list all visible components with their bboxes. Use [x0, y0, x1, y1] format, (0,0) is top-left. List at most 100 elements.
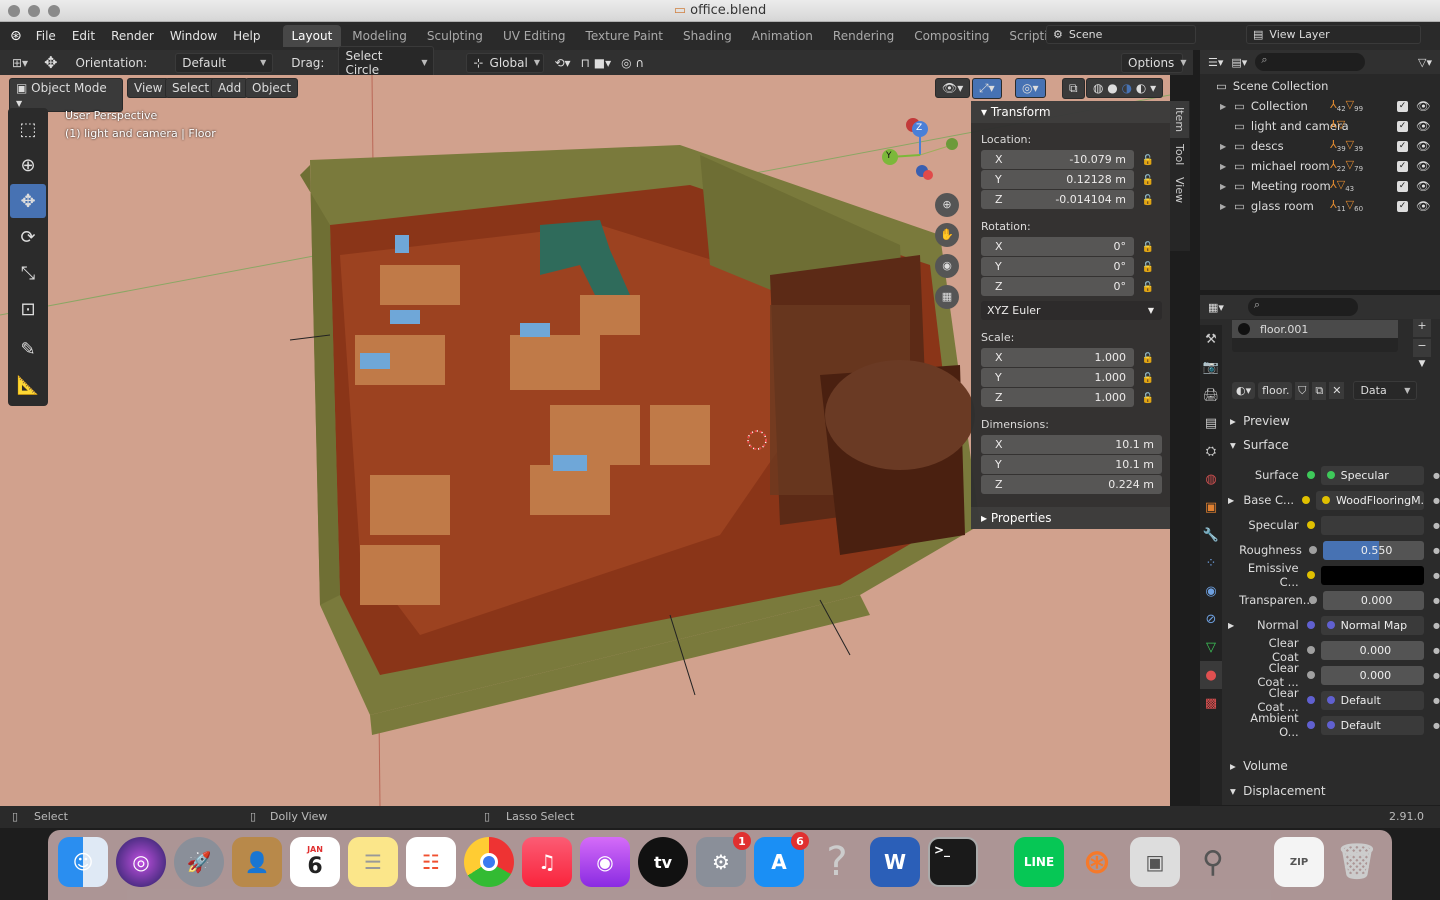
dimensions-y-field[interactable]: Y 10.1 m: [981, 455, 1162, 474]
exclude-checkbox[interactable]: ✓: [1397, 100, 1408, 112]
menu-window[interactable]: Window: [162, 29, 225, 43]
expand-arrow-icon[interactable]: ▶: [1228, 621, 1239, 630]
cursor-tool-icon[interactable]: ⊕: [10, 148, 46, 182]
scale-y-field[interactable]: Y 1.000: [981, 368, 1134, 387]
menu-help[interactable]: Help: [225, 29, 268, 43]
keyframe-dot-icon[interactable]: ●: [1433, 646, 1440, 655]
siri-icon[interactable]: ◎: [116, 837, 166, 887]
help-icon[interactable]: ?: [812, 837, 862, 887]
physics-props-icon[interactable]: ◉: [1200, 577, 1222, 605]
lock-icon[interactable]: 🔓: [1134, 195, 1162, 206]
tool-props-icon[interactable]: ⚒: [1200, 325, 1222, 353]
rotation-y-field[interactable]: Y 0°: [981, 257, 1134, 276]
unlink-material-icon[interactable]: ✕: [1329, 382, 1345, 399]
object-menu[interactable]: Object: [245, 78, 299, 98]
keyframe-dot-icon[interactable]: ●: [1433, 521, 1440, 530]
socket-icon[interactable]: [1306, 696, 1315, 704]
minimize-window-button[interactable]: [28, 5, 40, 17]
expand-arrow-icon[interactable]: ▶: [1220, 102, 1234, 111]
notes-icon[interactable]: ☰: [348, 837, 398, 887]
linked-node-field[interactable]: Default: [1320, 715, 1425, 735]
eye-icon[interactable]: 👁: [1416, 199, 1431, 213]
constraints-props-icon[interactable]: ⊘: [1200, 605, 1222, 633]
tab-sculpting[interactable]: Sculpting: [418, 25, 492, 47]
scale-x-field[interactable]: X 1.000: [981, 348, 1134, 367]
keyframe-dot-icon[interactable]: ●: [1433, 471, 1440, 480]
linked-node-field[interactable]: WoodFlooringM...: [1316, 490, 1425, 510]
lock-icon[interactable]: 🔓: [1134, 282, 1162, 293]
rotation-mode-dropdown[interactable]: XYZ Euler ▼: [981, 301, 1162, 320]
system-preferences-icon[interactable]: ⚙ 1: [696, 832, 751, 887]
output-props-icon[interactable]: 🖨: [1200, 381, 1222, 409]
proportional-edit-icon[interactable]: ◎ ∩: [621, 56, 644, 70]
outliner-item[interactable]: ▶ ▭ glass room ⅄11▽60 ✓ 👁: [1200, 196, 1440, 216]
linked-node-field[interactable]: Default: [1320, 690, 1425, 710]
menu-edit[interactable]: Edit: [64, 29, 103, 43]
keyframe-dot-icon[interactable]: ●: [1433, 546, 1440, 555]
tab-layout[interactable]: Layout: [282, 25, 342, 47]
lock-icon[interactable]: 🔓: [1134, 373, 1162, 384]
properties-editor-icon[interactable]: ▦▾: [1208, 301, 1224, 314]
annotate-tool-icon[interactable]: ✎: [10, 332, 46, 366]
socket-icon[interactable]: [1306, 571, 1315, 579]
volume-section-header[interactable]: ▸ Volume: [1222, 755, 1440, 777]
scale-z-field[interactable]: Z 1.000: [981, 388, 1134, 407]
editor-type-icon[interactable]: ⊞▾: [12, 56, 28, 70]
tab-animation[interactable]: Animation: [743, 25, 822, 47]
utility-app-icon[interactable]: ⚲: [1188, 837, 1238, 887]
display-mode-icon[interactable]: ▤▾: [1231, 56, 1247, 69]
linked-node-field[interactable]: Normal Map: [1320, 615, 1425, 635]
material-props-icon[interactable]: ●: [1200, 661, 1222, 689]
tab-shading[interactable]: Shading: [674, 25, 741, 47]
numeric-field[interactable]: 0.000: [1323, 590, 1425, 610]
keyframe-dot-icon[interactable]: ●: [1433, 496, 1440, 505]
add-slot-button[interactable]: +: [1413, 319, 1431, 337]
eye-icon[interactable]: 👁: [1416, 99, 1431, 113]
dimensions-z-field[interactable]: Z 0.224 m: [981, 475, 1162, 494]
keyframe-dot-icon[interactable]: ●: [1433, 596, 1440, 605]
material-slot-list[interactable]: floor.001: [1232, 320, 1398, 352]
expand-arrow-icon[interactable]: ▶: [1220, 202, 1234, 211]
measure-tool-icon[interactable]: 📐: [10, 368, 46, 402]
expand-arrow-icon[interactable]: ▶: [1220, 162, 1234, 171]
eye-icon[interactable]: 👁: [1416, 139, 1431, 153]
properties-search-input[interactable]: ⌕: [1247, 298, 1358, 316]
eye-icon[interactable]: 👁: [1416, 159, 1431, 173]
render-props-icon[interactable]: 📷: [1200, 353, 1222, 381]
shading-modes[interactable]: ◍ ● ◑ ◐ ▾: [1086, 78, 1164, 98]
transform-orientation-dropdown[interactable]: ⊹ Global ▼: [466, 52, 545, 73]
rotate-tool-icon[interactable]: ⟳: [10, 220, 46, 254]
scene-collection-row[interactable]: ▭ Scene Collection: [1200, 76, 1440, 96]
fake-user-icon[interactable]: ⛉: [1295, 381, 1310, 400]
contacts-icon[interactable]: 👤: [232, 837, 282, 887]
app-store-icon[interactable]: A6: [754, 832, 809, 887]
word-icon[interactable]: W: [870, 837, 920, 887]
screen-sharing-icon[interactable]: ▣: [1130, 837, 1180, 887]
tab-view[interactable]: View: [1170, 171, 1189, 209]
terminal-icon[interactable]: >_: [928, 837, 978, 887]
keyframe-dot-icon[interactable]: ●: [1433, 671, 1440, 680]
transform-panel-header[interactable]: ▾ Transform: [971, 101, 1170, 123]
outliner-item[interactable]: ▭ light and camera ⅄▽ ✓ 👁: [1200, 116, 1440, 136]
object-props-icon[interactable]: ▣: [1200, 493, 1222, 521]
zoom-window-button[interactable]: [48, 5, 60, 17]
color-swatch[interactable]: [1320, 515, 1425, 535]
remove-slot-button[interactable]: −: [1413, 339, 1431, 357]
outliner-item[interactable]: ▶ ▭ Collection ⅄42▽99 ✓ 👁: [1200, 96, 1440, 116]
tab-uv-editing[interactable]: UV Editing: [494, 25, 575, 47]
keyframe-dot-icon[interactable]: ●: [1433, 571, 1440, 580]
exclude-checkbox[interactable]: ✓: [1397, 120, 1408, 132]
scene-props-icon[interactable]: ⛭: [1200, 437, 1222, 465]
menu-render[interactable]: Render: [103, 29, 162, 43]
zoom-icon[interactable]: ⊕: [935, 193, 959, 217]
camera-view-icon[interactable]: ◉: [935, 254, 959, 278]
location-x-field[interactable]: X -10.079 m: [981, 150, 1134, 169]
calendar-icon[interactable]: JAN 6: [290, 837, 340, 887]
exclude-checkbox[interactable]: ✓: [1397, 140, 1408, 152]
lock-icon[interactable]: 🔓: [1134, 242, 1162, 253]
dimensions-x-field[interactable]: X 10.1 m: [981, 435, 1162, 454]
visibility-icon[interactable]: 👁▾: [935, 78, 971, 98]
lock-icon[interactable]: 🔓: [1134, 353, 1162, 364]
lock-icon[interactable]: 🔓: [1134, 262, 1162, 273]
material-name-field[interactable]: floor.: [1258, 382, 1293, 399]
